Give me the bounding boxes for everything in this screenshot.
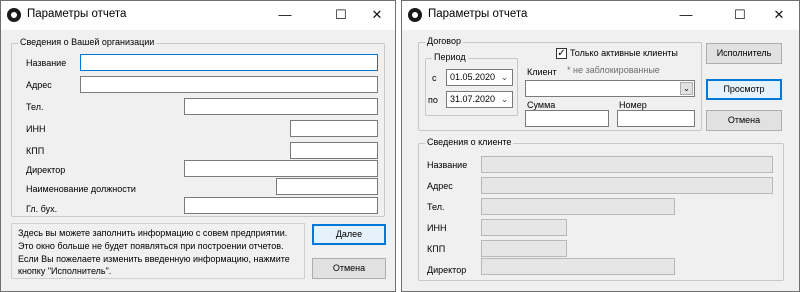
- left-window-title: Параметры отчета: [27, 8, 127, 20]
- info-line-3: Если Вы пожелаете изменить введенную инф…: [18, 254, 290, 264]
- contract-legend: Договор: [425, 36, 463, 46]
- left-titlebar[interactable]: Параметры отчета — ☐ ✕: [1, 1, 395, 30]
- number-field[interactable]: [617, 110, 695, 127]
- app-icon: [408, 8, 422, 22]
- info-line-2: Это окно больше не будет появляться при …: [18, 241, 284, 251]
- org-position-field[interactable]: [276, 178, 378, 195]
- period-from-label: с: [432, 73, 437, 83]
- left-window: Параметры отчета — ☐ ✕ Сведения о Вашей …: [0, 0, 396, 292]
- client-kpp-field: [481, 240, 567, 257]
- maximize-icon[interactable]: ☐: [321, 1, 361, 30]
- client-info-group: Сведения о клиенте Название Адрес Тел. И…: [418, 137, 784, 281]
- org-address-label: Адрес: [26, 80, 52, 90]
- client-address-label: Адрес: [427, 181, 453, 191]
- active-only-label[interactable]: Только активные клиенты: [570, 48, 678, 58]
- org-accountant-field[interactable]: [184, 197, 378, 214]
- client-phone-label: Тел.: [427, 202, 445, 212]
- client-kpp-label: КПП: [427, 244, 446, 254]
- info-line-1: Здесь вы можете заполнить информацию с с…: [18, 228, 288, 238]
- info-panel: Здесь вы можете заполнить информацию с с…: [11, 223, 305, 279]
- info-line-4: кнопку "Исполнитель".: [18, 266, 112, 276]
- period-group: Период с 01.05.2020 ⌄ по 31.07.2020 ⌄: [425, 52, 518, 116]
- org-info-legend: Сведения о Вашей организации: [18, 37, 157, 47]
- minimize-icon[interactable]: —: [666, 1, 706, 30]
- org-phone-field[interactable]: [184, 98, 378, 115]
- org-kpp-field[interactable]: [290, 142, 378, 159]
- client-inn-field: [481, 219, 567, 236]
- client-address-field: [481, 177, 773, 194]
- org-name-field[interactable]: [80, 54, 378, 71]
- number-label: Номер: [619, 100, 647, 110]
- org-inn-label: ИНН: [26, 124, 46, 134]
- period-legend: Период: [432, 52, 468, 62]
- client-phone-field: [481, 198, 675, 215]
- close-icon[interactable]: ✕: [759, 1, 799, 30]
- not-blocked-note: * не заблокированные: [567, 65, 660, 75]
- client-name-field: [481, 156, 773, 173]
- client-select[interactable]: ⌄: [525, 80, 695, 97]
- sum-label: Сумма: [527, 100, 556, 110]
- client-name-label: Название: [427, 160, 468, 170]
- right-window-title: Параметры отчета: [428, 8, 528, 20]
- cancel-button[interactable]: Отмена: [312, 258, 386, 279]
- org-kpp-label: КПП: [26, 146, 45, 156]
- contract-group: Договор Период с 01.05.2020 ⌄ по 31.07.2…: [418, 36, 702, 131]
- chevron-down-icon[interactable]: ⌄: [499, 92, 510, 107]
- period-from-date[interactable]: 01.05.2020 ⌄: [446, 69, 513, 86]
- maximize-icon[interactable]: ☐: [720, 1, 760, 30]
- period-to-value: 31.07.2020: [450, 94, 496, 104]
- chevron-down-icon[interactable]: ⌄: [499, 70, 510, 85]
- period-from-value: 01.05.2020: [450, 72, 496, 82]
- chevron-down-icon[interactable]: ⌄: [680, 82, 693, 95]
- right-window: Параметры отчета — ☐ ✕ Договор Период с …: [401, 0, 800, 292]
- app-icon: [7, 8, 21, 22]
- client-label: Клиент: [527, 67, 557, 77]
- org-director-field[interactable]: [184, 160, 378, 177]
- active-only-checkbox[interactable]: ✓: [556, 48, 567, 59]
- close-icon[interactable]: ✕: [357, 1, 397, 30]
- period-to-label: по: [428, 95, 438, 105]
- org-address-field[interactable]: [80, 76, 378, 93]
- org-inn-field[interactable]: [290, 120, 378, 137]
- sum-field[interactable]: [525, 110, 609, 127]
- org-director-label: Директор: [26, 165, 66, 175]
- org-info-group: Сведения о Вашей организации Название Ад…: [11, 37, 385, 217]
- minimize-icon[interactable]: —: [265, 1, 305, 30]
- next-button[interactable]: Далее: [312, 224, 386, 245]
- client-director-field: [481, 258, 675, 275]
- client-inn-label: ИНН: [427, 223, 447, 233]
- org-phone-label: Тел.: [26, 102, 44, 112]
- executor-button[interactable]: Исполнитель: [706, 43, 782, 64]
- period-to-date[interactable]: 31.07.2020 ⌄: [446, 91, 513, 108]
- right-titlebar[interactable]: Параметры отчета — ☐ ✕: [402, 1, 799, 30]
- org-name-label: Название: [26, 58, 67, 68]
- org-accountant-label: Гл. бух.: [26, 204, 58, 214]
- cancel-button[interactable]: Отмена: [706, 110, 782, 131]
- org-position-label: Наименование должности: [26, 184, 136, 194]
- client-director-label: Директор: [427, 265, 467, 275]
- client-info-legend: Сведения о клиенте: [425, 137, 514, 147]
- preview-button[interactable]: Просмотр: [706, 79, 782, 100]
